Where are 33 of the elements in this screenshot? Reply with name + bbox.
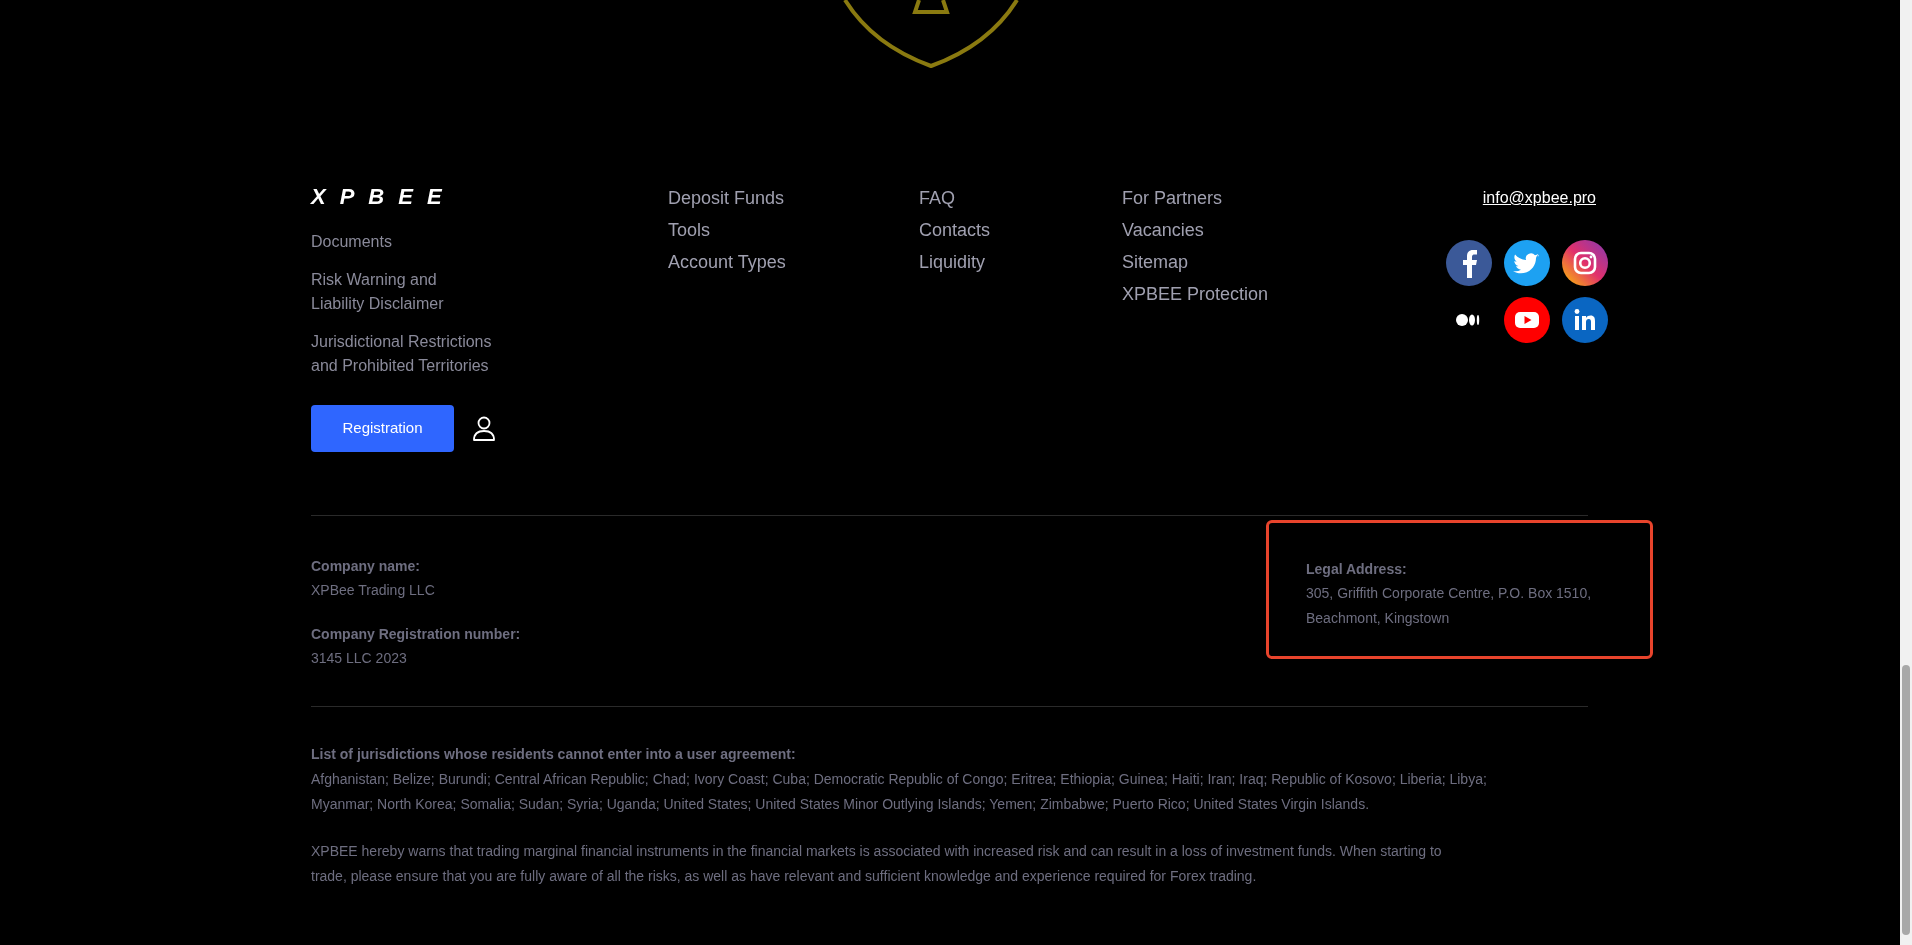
footer-link[interactable]: Contacts	[919, 218, 1122, 242]
footer-link[interactable]: FAQ	[919, 186, 1122, 210]
registration-button[interactable]: Registration	[311, 405, 454, 452]
email-link[interactable]: info@xpbee.pro	[1482, 186, 1596, 210]
risk-warning: XPBEE hereby warns that trading marginal financial instruments in the financial markets is associated with increased risk and can result in a loss of investment funds. When starting to trade, please ensure that you are fully aware of all the risks, as well as have relevant and sufficient knowledge and experience required for Forex trading.	[311, 842, 1443, 886]
facebook-icon[interactable]	[1446, 240, 1492, 286]
footer-link[interactable]: Liquidity	[919, 250, 1122, 274]
youtube-icon[interactable]	[1504, 297, 1550, 343]
twitter-icon[interactable]	[1504, 240, 1550, 286]
footer-link[interactable]: XPBEE Protection	[1122, 282, 1352, 306]
field-value: 305, Griffith Corporate Centre, P.O. Box 1510, Beachmont, Kingstown	[1306, 584, 1593, 628]
footer-link[interactable]: Account Types	[668, 250, 919, 274]
field-label: Legal Address:	[1306, 560, 1408, 579]
field-value: XPBee Trading LLC	[311, 581, 436, 600]
scrollbar-thumb[interactable]	[1902, 665, 1910, 935]
jurisdictions-list: Afghanistan; Belize; Burundi; Central African Republic; Chad; Ivory Coast; Cuba; Democratic Republic of Congo; Eritrea; Ethiopia; Guinea; Haiti; Iran; Iraq; Republic of Kosovo; Liberia; Libya; Myanmar; North Korea; Somalia; Sudan; Syria; Uganda; United States; United States Minor Outlying Islands; Yemen; Zimbabwe; Puerto Rico; United States Virgin Islands.	[311, 767, 1588, 817]
footer-link[interactable]: Sitemap	[1122, 250, 1352, 274]
instagram-icon[interactable]	[1562, 240, 1608, 286]
footer-link[interactable]: For Partners	[1122, 186, 1352, 210]
document-link[interactable]: Documents	[311, 230, 668, 254]
user-icon[interactable]	[472, 415, 496, 442]
footer-link[interactable]: Deposit Funds	[668, 186, 919, 210]
document-link[interactable]: Risk Warning and Liability Disclaimer	[311, 268, 668, 316]
footer-link[interactable]: Vacancies	[1122, 218, 1352, 242]
linkedin-icon[interactable]	[1562, 297, 1608, 343]
logo[interactable]: XPBEE	[311, 186, 493, 208]
document-link[interactable]: Jurisdictional Restrictions and Prohibited Territories	[311, 330, 668, 378]
field-label: Company Registration number:	[311, 625, 521, 644]
footer-link[interactable]: Tools	[668, 218, 919, 242]
jurisdictions-heading: List of jurisdictions whose residents cannot enter into a user agreement:	[311, 745, 797, 764]
field-value: 3145 LLC 2023	[311, 649, 408, 668]
shield-icon	[843, 0, 1019, 68]
field-label: Company name:	[311, 557, 421, 576]
